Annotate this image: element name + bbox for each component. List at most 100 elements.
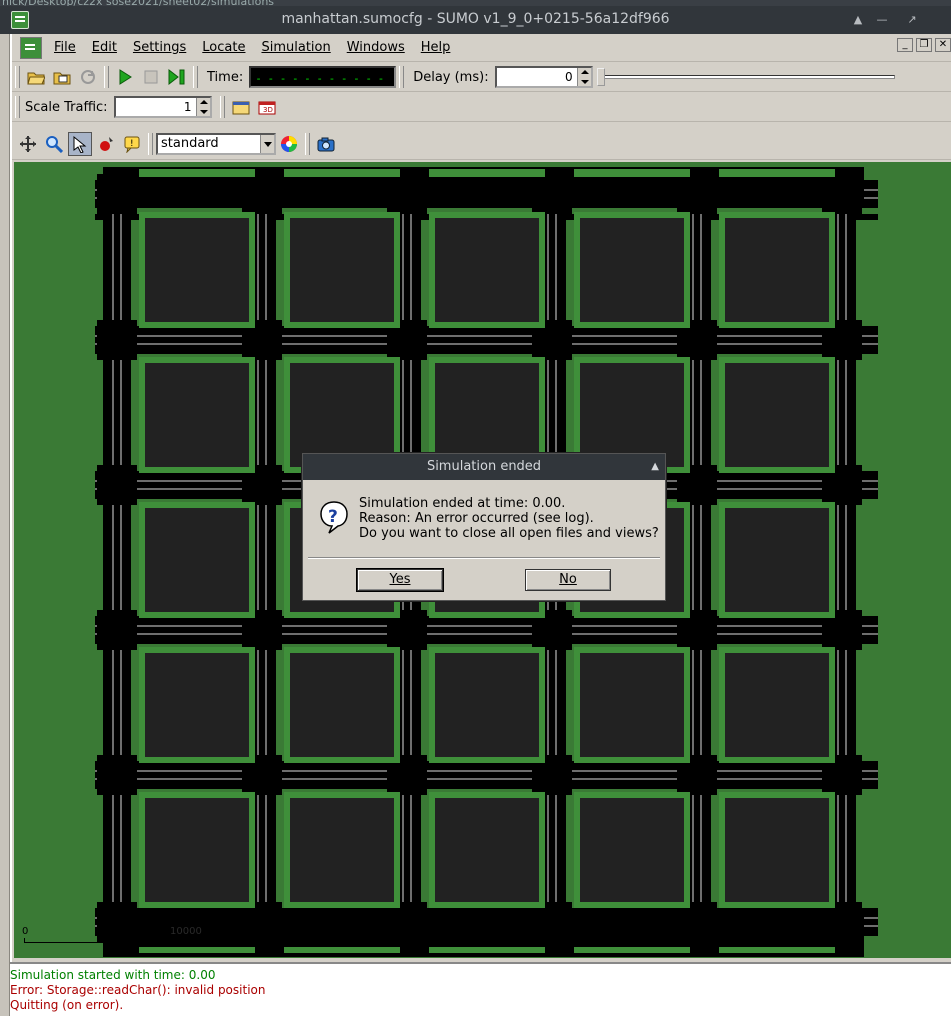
mdi-controls: _ ❐ ✕	[897, 38, 951, 52]
dialog-title-text: Simulation ended	[426, 459, 542, 474]
restore-window-button[interactable]: ↗	[903, 11, 921, 29]
city-block	[580, 653, 684, 757]
dialog-message-line: Simulation ended at time: 0.00.	[359, 496, 566, 511]
scale-traffic-label: Scale Traffic:	[25, 99, 108, 115]
scale-traffic-arrows[interactable]	[195, 98, 210, 116]
toolbar-grip[interactable]	[15, 66, 20, 88]
log-line: Error: Storage::readChar(): invalid posi…	[10, 983, 266, 997]
mdi-minimize-button[interactable]: _	[897, 38, 913, 52]
grass-patch	[429, 947, 545, 953]
locate-magnifier-icon[interactable]	[42, 132, 66, 156]
toolbar-grip[interactable]	[305, 132, 310, 155]
road-horizontal	[95, 326, 878, 354]
intersection	[677, 174, 717, 214]
mdi-child-icon[interactable]	[20, 36, 42, 59]
minimize-window-button[interactable]: —	[873, 11, 891, 29]
screenshot-camera-icon[interactable]	[314, 132, 338, 156]
menu-locate[interactable]: Locate	[194, 40, 253, 55]
dialog-shade-icon[interactable]: ▲	[651, 454, 659, 480]
intersection	[97, 320, 137, 360]
toolbar-grip[interactable]	[399, 66, 405, 88]
delay-slider[interactable]	[596, 66, 895, 88]
grass-patch	[284, 947, 400, 953]
svg-text:3D: 3D	[263, 106, 273, 114]
scale-bar-zero: 0	[22, 926, 29, 937]
step-icon[interactable]	[165, 65, 189, 89]
open-folder-icon[interactable]	[24, 65, 48, 89]
menu-windows[interactable]: Windows	[339, 40, 413, 55]
reload-icon[interactable]	[76, 65, 100, 89]
mdi-restore-button[interactable]: ❐	[916, 38, 932, 52]
time-display: - - - - - - - - - - - - - - - - - - -	[249, 66, 397, 88]
road-horizontal	[95, 761, 878, 789]
city-block	[290, 218, 394, 322]
dialog-message: Simulation ended at time: 0.00. Reason: …	[359, 496, 659, 541]
visualization-scheme-value: standard	[161, 135, 219, 151]
simulation-ended-dialog: Simulation ended ▲ ? Simulation ended at…	[302, 453, 666, 601]
city-block	[725, 218, 829, 322]
intersection	[97, 174, 137, 214]
new-view-icon[interactable]	[229, 95, 253, 119]
no-button[interactable]: No	[525, 569, 611, 591]
toolbar-grip[interactable]	[193, 66, 198, 88]
toolbar-grip[interactable]	[15, 96, 20, 118]
yes-button[interactable]: Yes	[356, 568, 444, 592]
intersection	[242, 174, 282, 214]
city-block	[435, 653, 539, 757]
city-block	[290, 798, 394, 902]
city-block	[580, 798, 684, 902]
scale-traffic-spinner[interactable]: 1	[113, 96, 212, 118]
open-network-icon[interactable]	[50, 65, 74, 89]
keep-above-icon[interactable]: ▲	[849, 11, 867, 29]
city-block	[145, 218, 249, 322]
tooltip-toggle-icon[interactable]: !	[120, 132, 144, 156]
visualization-scheme-select[interactable]: standard	[156, 132, 276, 155]
intersection	[387, 174, 427, 214]
stop-icon[interactable]	[139, 65, 163, 89]
menu-edit[interactable]: Edit	[84, 40, 125, 55]
delay-slider-thumb[interactable]	[596, 68, 605, 86]
intersection	[822, 174, 862, 214]
recenter-view-icon[interactable]	[16, 132, 40, 156]
delay-spinner-arrows[interactable]	[576, 68, 591, 86]
city-block	[725, 653, 829, 757]
city-block	[580, 218, 684, 322]
delay-value: 0	[564, 70, 573, 84]
intersection	[532, 174, 572, 214]
menu-settings[interactable]: Settings	[125, 40, 194, 55]
scale-toolbar: Scale Traffic: 1 3D	[12, 93, 951, 122]
scale-bar-label: 10000	[170, 926, 202, 937]
window-titlebar[interactable]: manhattan.sumocfg - SUMO v1_9_0+0215-56a…	[0, 6, 951, 34]
menu-file[interactable]: File	[46, 40, 84, 55]
grass-patch	[429, 169, 545, 177]
new-3d-view-icon[interactable]: 3D	[255, 95, 279, 119]
intersection	[97, 610, 137, 650]
grass-patch	[719, 169, 835, 177]
city-block	[725, 798, 829, 902]
intersection	[97, 755, 137, 795]
run-icon[interactable]	[113, 65, 137, 89]
toolbar-grip[interactable]	[104, 66, 109, 88]
menu-simulation[interactable]: Simulation	[253, 40, 338, 55]
road-vertical	[103, 167, 131, 957]
select-mode-icon[interactable]	[68, 131, 92, 156]
dialog-message-line: Reason: An error occurred (see log).	[359, 511, 594, 526]
dialog-title[interactable]: Simulation ended ▲	[303, 454, 665, 480]
question-icon: ?	[319, 500, 349, 534]
toolbar-grip[interactable]	[148, 132, 153, 155]
breakpoint-icon[interactable]	[94, 132, 118, 156]
toolbar-grip[interactable]	[219, 96, 225, 118]
svg-text:?: ?	[328, 507, 338, 527]
message-log[interactable]: Simulation started with time: 0.00 Error…	[10, 962, 951, 1016]
color-wheel-icon[interactable]	[277, 132, 301, 156]
chevron-down-icon[interactable]	[260, 134, 274, 153]
city-block	[290, 653, 394, 757]
city-block	[290, 363, 394, 467]
intersection	[97, 465, 137, 505]
menu-help[interactable]: Help	[413, 40, 459, 55]
scale-bar-line	[24, 938, 169, 943]
grass-patch	[574, 169, 690, 177]
mdi-close-button[interactable]: ✕	[935, 38, 951, 52]
city-block	[145, 653, 249, 757]
delay-spinner[interactable]: 0	[494, 66, 593, 88]
